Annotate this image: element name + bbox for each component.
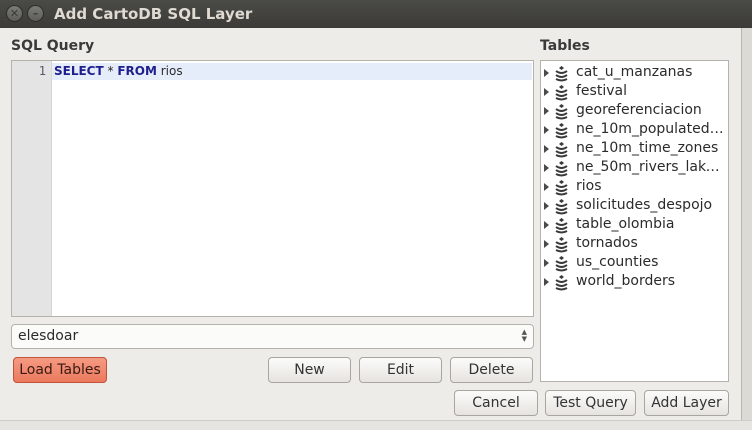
- select-arrows-icon: ▲ ▼: [521, 328, 527, 343]
- table-item[interactable]: ne_50m_rivers_lake…: [541, 159, 728, 178]
- expand-triangle-icon[interactable]: [544, 88, 549, 96]
- table-item[interactable]: table_olombia: [541, 216, 728, 235]
- table-item-label: georeferenciacion: [576, 102, 702, 118]
- table-item-label: solicitudes_despojo: [576, 197, 713, 213]
- sql-table-name: rios: [156, 64, 183, 78]
- cancel-button[interactable]: Cancel: [454, 390, 538, 416]
- new-button[interactable]: New: [268, 357, 351, 383]
- table-item-label: us_counties: [576, 254, 659, 270]
- title-bar: ✕ – Add CartoDB SQL Layer: [0, 0, 752, 28]
- expand-triangle-icon[interactable]: [544, 145, 549, 153]
- database-icon: [555, 199, 568, 215]
- line-number-gutter: 1: [12, 61, 52, 316]
- sql-code-line[interactable]: SELECT * FROM rios: [54, 64, 183, 78]
- window-edge: [741, 28, 752, 430]
- delete-button[interactable]: Delete: [450, 357, 533, 383]
- load-tables-button[interactable]: Load Tables: [13, 357, 107, 383]
- database-icon: [555, 85, 568, 101]
- expand-triangle-icon[interactable]: [544, 278, 549, 286]
- expand-triangle-icon[interactable]: [544, 164, 549, 172]
- table-item[interactable]: solicitudes_despojo: [541, 197, 728, 216]
- table-item[interactable]: festival: [541, 83, 728, 102]
- connection-select[interactable]: elesdoar ▲ ▼: [11, 324, 534, 349]
- expand-triangle-icon[interactable]: [544, 240, 549, 248]
- table-item[interactable]: us_counties: [541, 254, 728, 273]
- table-item-label: ne_10m_populated…: [576, 121, 724, 137]
- database-icon: [555, 104, 568, 120]
- table-item-label: festival: [576, 83, 627, 99]
- minimize-icon[interactable]: –: [27, 5, 44, 22]
- sql-keyword-select: SELECT: [54, 64, 104, 78]
- table-item[interactable]: tornados: [541, 235, 728, 254]
- expand-triangle-icon[interactable]: [544, 126, 549, 134]
- database-icon: [555, 275, 568, 291]
- database-icon: [555, 142, 568, 158]
- sql-keyword-from: FROM: [117, 64, 157, 78]
- database-icon: [555, 161, 568, 177]
- expand-triangle-icon[interactable]: [544, 202, 549, 210]
- tables-label: Tables: [540, 38, 590, 54]
- database-icon: [555, 256, 568, 272]
- test-query-button[interactable]: Test Query: [545, 390, 636, 416]
- sql-query-label: SQL Query: [11, 38, 95, 54]
- table-item-label: world_borders: [576, 273, 676, 289]
- table-item[interactable]: georeferenciacion: [541, 102, 728, 121]
- background-window-strip: [0, 420, 752, 430]
- expand-triangle-icon[interactable]: [544, 69, 549, 77]
- sql-editor[interactable]: 1 SELECT * FROM rios: [11, 60, 534, 317]
- connection-select-value: elesdoar: [18, 328, 79, 344]
- table-item-label: tornados: [576, 235, 638, 251]
- table-item[interactable]: ne_10m_populated…: [541, 121, 728, 140]
- database-icon: [555, 66, 568, 82]
- tables-tree[interactable]: cat_u_manzanas festival georeferenciacion n…: [540, 60, 729, 382]
- sql-star: *: [103, 64, 118, 78]
- close-icon[interactable]: ✕: [6, 5, 23, 22]
- database-icon: [555, 237, 568, 253]
- database-icon: [555, 180, 568, 196]
- line-number: 1: [38, 64, 46, 78]
- add-layer-button[interactable]: Add Layer: [644, 390, 729, 416]
- table-item-label: table_olombia: [576, 216, 675, 232]
- database-icon: [555, 123, 568, 139]
- table-item-label: rios: [576, 178, 602, 194]
- window-title: Add CartoDB SQL Layer: [54, 5, 253, 23]
- table-item-label: ne_10m_time_zones: [576, 140, 719, 156]
- expand-triangle-icon[interactable]: [544, 183, 549, 191]
- expand-triangle-icon[interactable]: [544, 221, 549, 229]
- expand-triangle-icon[interactable]: [544, 107, 549, 115]
- table-item-label: cat_u_manzanas: [576, 64, 693, 80]
- table-item-label: ne_50m_rivers_lake…: [576, 159, 726, 175]
- expand-triangle-icon[interactable]: [544, 259, 549, 267]
- table-item[interactable]: ne_10m_time_zones: [541, 140, 728, 159]
- table-item[interactable]: rios: [541, 178, 728, 197]
- table-item[interactable]: cat_u_manzanas: [541, 64, 728, 83]
- database-icon: [555, 218, 568, 234]
- edit-button[interactable]: Edit: [359, 357, 442, 383]
- table-item[interactable]: world_borders: [541, 273, 728, 292]
